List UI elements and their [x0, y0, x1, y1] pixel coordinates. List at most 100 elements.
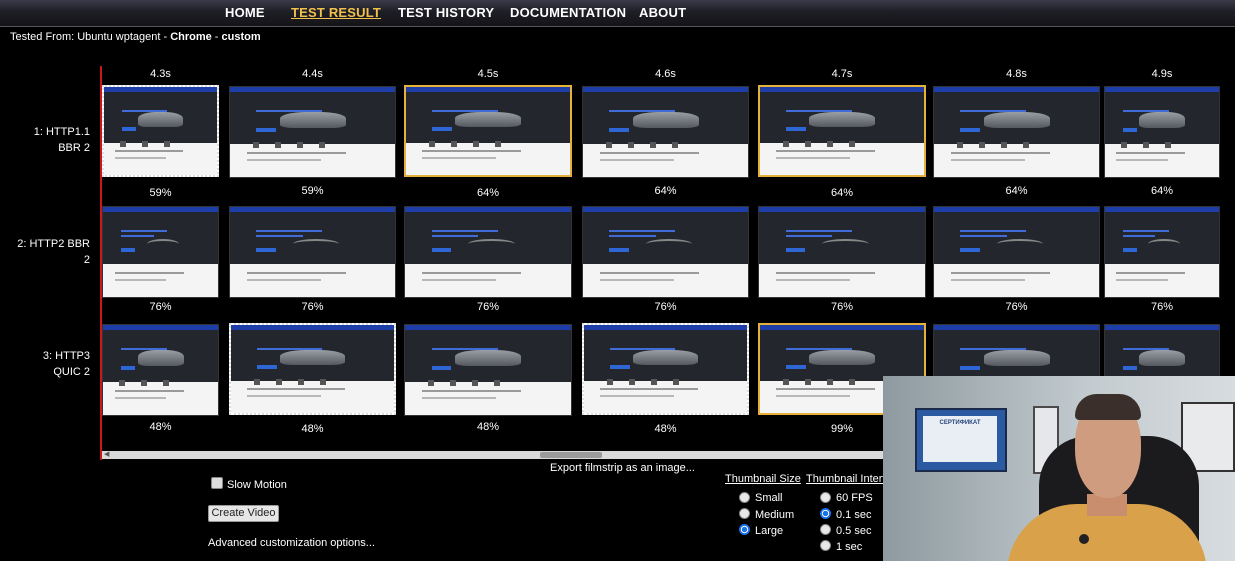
thumb-dots-shape	[606, 378, 689, 385]
thumbnail-size-title: Thumbnail Size	[725, 473, 801, 485]
filmstrip-frame[interactable]	[582, 86, 749, 178]
thumb-btn-shape	[121, 248, 136, 253]
thumb-line-shape	[609, 230, 676, 233]
filmstrip-frame[interactable]	[404, 85, 572, 177]
thumb-car-shape	[632, 112, 699, 129]
row-label: 1: HTTP1.1 BBR 2	[33, 126, 90, 154]
filmstrip-frame[interactable]	[102, 85, 219, 177]
filmstrip-frame[interactable]	[1104, 206, 1220, 298]
thumb-car-shape	[279, 349, 346, 366]
thumb-line-shape	[610, 347, 676, 350]
thumb-btn-shape	[1123, 128, 1137, 133]
export-filmstrip-link[interactable]: Export filmstrip as an image...	[550, 462, 695, 474]
filmstrip-frame[interactable]	[229, 323, 396, 415]
certificate-frame: СЕРТИФИКАТ	[915, 408, 1007, 472]
thumb-header-shape	[759, 207, 925, 212]
radio-interval-0-1[interactable]	[820, 508, 831, 519]
size-option-label: Medium	[755, 509, 795, 521]
thumb-arc-shape	[645, 239, 692, 249]
filmstrip-frame[interactable]	[102, 324, 219, 416]
thumb-line-shape	[1123, 348, 1169, 351]
radio-interval-0-5[interactable]	[820, 524, 831, 535]
thumb-btn-shape	[960, 366, 981, 371]
thumb-text2-shape	[421, 279, 497, 281]
filmstrip-frame[interactable]	[758, 85, 926, 177]
thumb-car-shape	[1139, 112, 1185, 129]
thumb-text-shape	[1116, 271, 1185, 274]
thumb-text2-shape	[600, 395, 674, 398]
thumb-car-shape	[632, 349, 699, 366]
radio-interval-60fps[interactable]	[820, 492, 831, 503]
thumb-btn-shape	[610, 365, 630, 370]
thumb-btn-shape	[432, 127, 452, 132]
slow-motion-checkbox[interactable]	[211, 477, 223, 489]
filmstrip-frame[interactable]	[1104, 86, 1220, 178]
size-option-label: Large	[755, 525, 784, 537]
visual-complete-percent: 48%	[301, 423, 324, 435]
visual-complete-percent: 48%	[149, 421, 172, 433]
nav-test-result[interactable]: TEST RESULT	[291, 5, 381, 20]
thumb-line2-shape	[431, 234, 479, 237]
radio-size-large[interactable]	[739, 524, 750, 535]
thumb-car-shape	[809, 349, 875, 366]
row-label: 2: HTTP2 BBR 2	[17, 238, 90, 266]
thumb-text-shape	[247, 388, 346, 391]
thumb-line-shape	[609, 110, 676, 113]
thumb-text2-shape	[246, 159, 321, 161]
visual-complete-percent: 64%	[1150, 185, 1174, 197]
thumb-line-shape	[1123, 230, 1169, 233]
filmstrip-frame[interactable]	[582, 323, 749, 415]
radio-size-small[interactable]	[739, 492, 750, 503]
thumb-text2-shape	[950, 159, 1025, 161]
thumb-car-shape	[1139, 350, 1185, 367]
thumb-line2-shape	[960, 234, 1007, 237]
visual-complete-percent: 64%	[476, 187, 500, 199]
radio-size-medium[interactable]	[739, 508, 750, 519]
filmstrip-frame[interactable]	[582, 206, 749, 298]
thumb-btn-shape	[785, 248, 806, 253]
nav-about[interactable]: ABOUT	[639, 5, 686, 20]
timeline-label: 4.7s	[831, 68, 853, 80]
filmstrip-frame[interactable]	[102, 206, 219, 298]
thumb-text-shape	[599, 271, 699, 274]
filmstrip-frame[interactable]	[758, 206, 926, 298]
thumb-header-shape	[406, 87, 570, 92]
nav-documentation[interactable]: DOCUMENTATION	[510, 5, 626, 20]
webcam-overlay: СЕРТИФИКАТ	[883, 376, 1235, 561]
timeline-label: 4.5s	[477, 68, 499, 80]
filmstrip-frame[interactable]	[229, 86, 396, 178]
thumb-header-shape	[583, 207, 748, 212]
thumb-header-shape	[1105, 87, 1219, 92]
thumb-dark-shape	[759, 212, 925, 265]
visual-complete-percent: 64%	[1005, 185, 1028, 197]
filmstrip-frame[interactable]	[933, 86, 1100, 178]
filmstrip-frame[interactable]	[933, 206, 1100, 298]
thumb-header-shape	[104, 87, 217, 92]
thumb-line-shape	[960, 230, 1027, 233]
thumb-text2-shape	[421, 397, 497, 399]
visual-complete-percent: 48%	[476, 421, 500, 433]
filmstrip-frame[interactable]	[229, 206, 396, 298]
thumb-header-shape	[934, 87, 1099, 92]
timeline-label: 4.9s	[1151, 68, 1173, 80]
thumb-text-shape	[950, 271, 1050, 274]
thumb-btn-shape	[431, 248, 452, 253]
tested-from-separator: -	[211, 31, 222, 43]
thumb-btn-shape	[431, 366, 452, 371]
scroll-left-arrow-icon[interactable]: ◀	[104, 451, 109, 459]
nav-home[interactable]: HOME	[225, 5, 265, 20]
radio-interval-1[interactable]	[820, 540, 831, 551]
thumb-header-shape	[934, 207, 1099, 212]
filmstrip-frame[interactable]	[404, 324, 572, 416]
filmstrip-frame[interactable]	[404, 206, 572, 298]
advanced-options-link[interactable]: Advanced customization options...	[208, 537, 375, 549]
create-video-button[interactable]: Create Video	[208, 505, 279, 522]
scrollbar-thumb[interactable]	[540, 452, 602, 458]
thumb-btn-shape	[609, 128, 630, 133]
microphone-icon	[1079, 534, 1089, 544]
thumb-car-shape	[455, 111, 521, 128]
nav-test-history[interactable]: TEST HISTORY	[398, 5, 494, 20]
thumb-dots-shape	[119, 140, 177, 147]
thumb-text-shape	[600, 388, 699, 391]
thumb-arc-shape	[146, 239, 179, 249]
